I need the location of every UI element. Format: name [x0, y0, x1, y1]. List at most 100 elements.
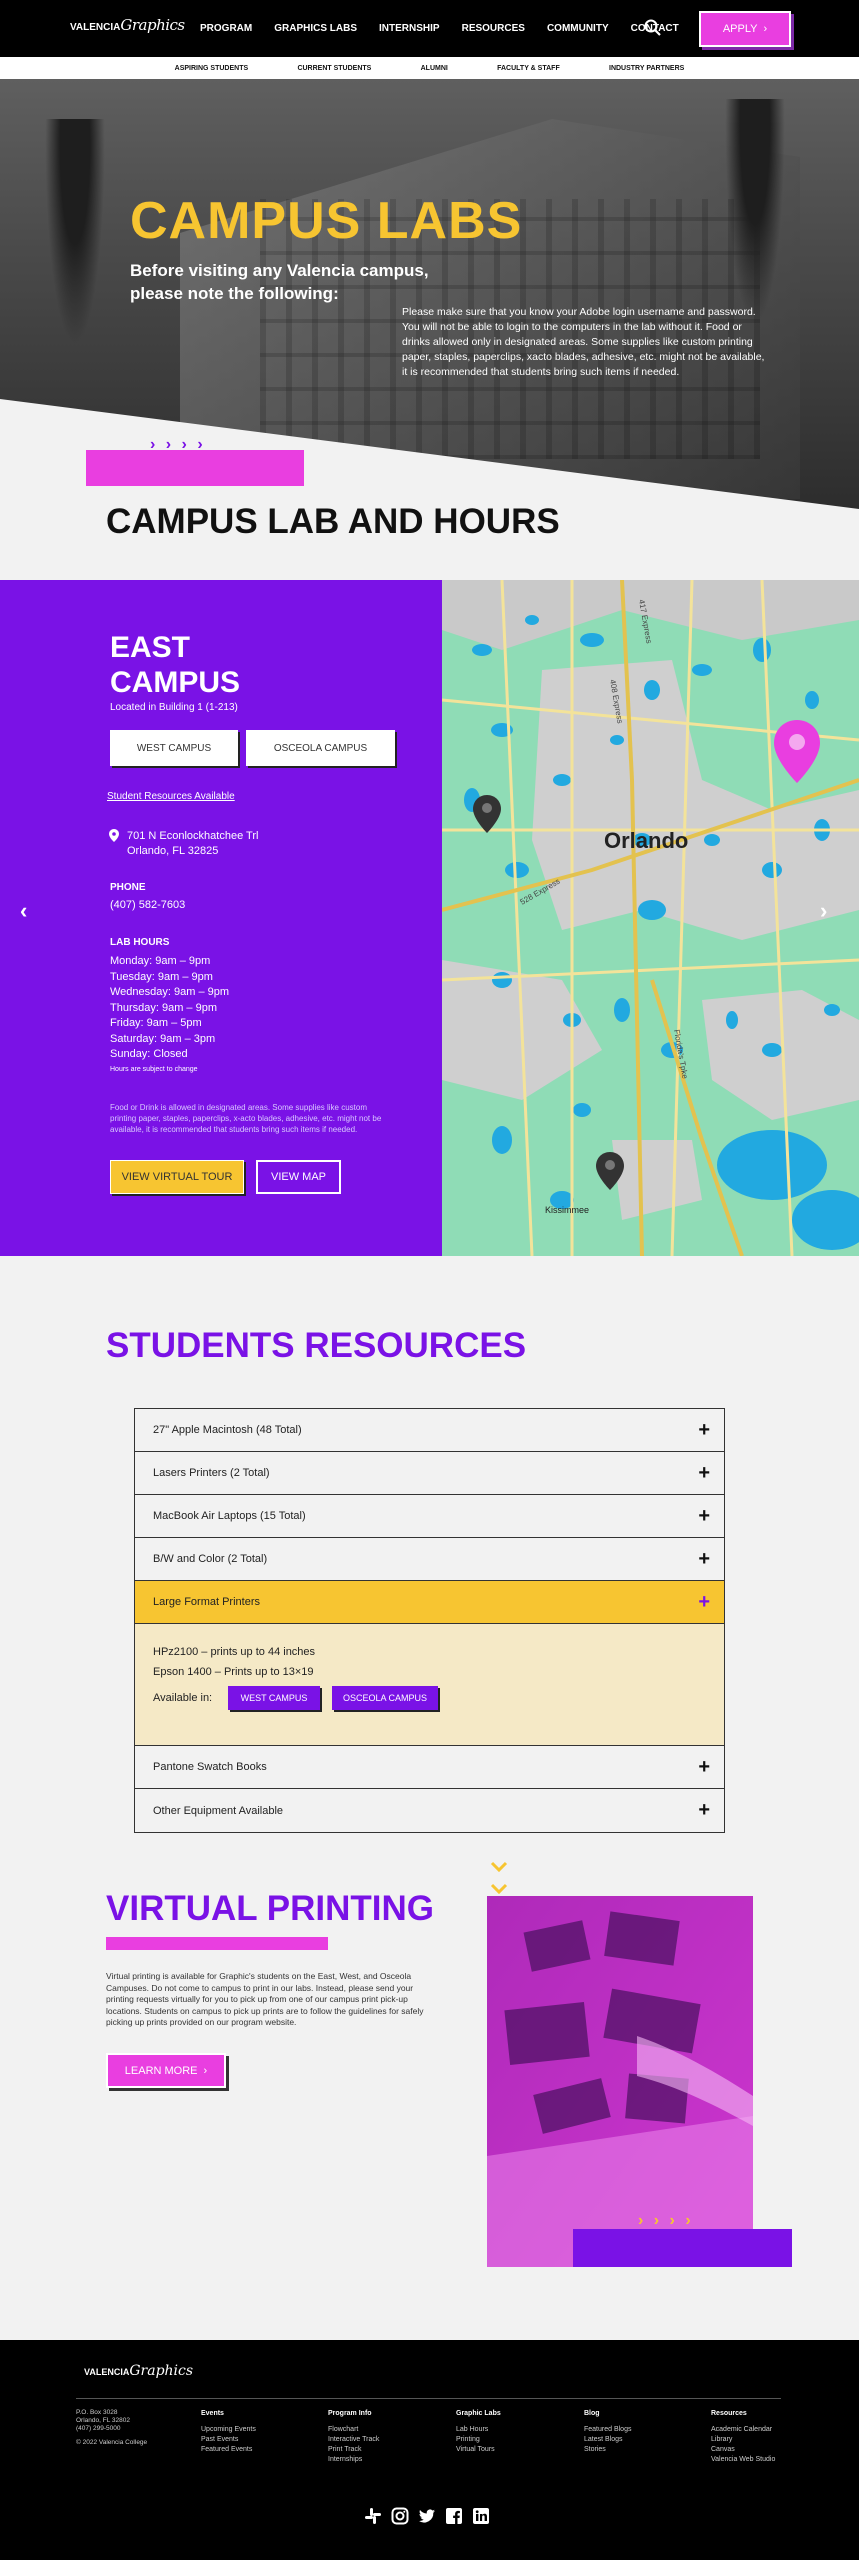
footer-link[interactable]: Interactive Track	[328, 2435, 379, 2445]
subnav-faculty-staff[interactable]: FACULTY & STAFF	[497, 65, 560, 72]
footer-link[interactable]: Lab Hours	[456, 2425, 501, 2435]
plus-icon: +	[698, 1591, 710, 1613]
accordion-item[interactable]: MacBook Air Laptops (15 Total) +	[135, 1495, 724, 1538]
decorative-purple-bar	[573, 2229, 792, 2267]
accordion-item-label: Other Equipment Available	[153, 1804, 284, 1817]
apply-button[interactable]: APPLY ›	[699, 11, 791, 47]
nav-program[interactable]: PROGRAM	[200, 23, 252, 34]
footer-link[interactable]: Latest Blogs	[584, 2435, 631, 2445]
footer-link[interactable]: Featured Events	[201, 2445, 256, 2455]
decorative-arrows: › › › ›	[150, 436, 206, 453]
footer-column-events: Events Upcoming Events Past Events Featu…	[201, 2410, 256, 2455]
footer-link[interactable]: Library	[711, 2435, 786, 2445]
footer-link[interactable]: Valencia Web Studio	[711, 2455, 786, 2465]
search-icon[interactable]	[643, 18, 663, 38]
accordion-item[interactable]: B/W and Color (2 Total) +	[135, 1538, 724, 1581]
slack-icon[interactable]	[363, 2506, 383, 2526]
virtual-tour-button[interactable]: VIEW VIRTUAL TOUR	[110, 1160, 244, 1194]
accordion-item-label: 27" Apple Macintosh (48 Total)	[153, 1424, 302, 1436]
footer-link[interactable]: Virtual Tours	[456, 2445, 501, 2455]
social-links	[363, 2506, 491, 2526]
subnav-aspiring-students[interactable]: ASPIRING STUDENTS	[175, 65, 249, 72]
footer-link[interactable]: Upcoming Events	[201, 2425, 256, 2435]
available-osceola-campus-button[interactable]: OSCEOLA CAMPUS	[332, 1686, 438, 1710]
facebook-icon[interactable]	[444, 2506, 464, 2526]
campus-address-line1: 701 N Econlockhatchee Trl	[127, 830, 259, 842]
campus-map[interactable]: 417 Express 408 Express 528 Express Flor…	[442, 580, 859, 1256]
hero-body: Please make sure that you know your Adob…	[402, 306, 765, 378]
learn-more-button[interactable]: LEARN MORE ›	[106, 2053, 226, 2088]
accordion-item-open[interactable]: Large Format Printers +	[135, 1581, 724, 1624]
hours-wednesday: Wednesday: 9am – 9pm	[110, 986, 230, 998]
site-logo[interactable]: VALENCIAGraphics	[70, 16, 185, 34]
plus-icon: +	[698, 1799, 710, 1821]
footer-column-blog: Blog Featured Blogs Latest Blogs Stories	[584, 2410, 632, 2455]
panel-line: HPz2100 – prints up to 44 inches	[153, 1646, 316, 1658]
virtual-printing-body: Virtual printing is available for Graphi…	[106, 1971, 424, 2027]
footer-link[interactable]: Canvas	[711, 2445, 786, 2455]
chevron-right-icon: ›	[203, 2064, 208, 2077]
hours-monday: Monday: 9am – 9pm	[110, 955, 211, 967]
campus-location: Located in Building 1 (1-213)	[110, 702, 238, 713]
hero-banner: CAMPUS LABS Before visiting any Valencia…	[0, 79, 859, 509]
accordion-item-label: MacBook Air Laptops (15 Total)	[153, 1510, 306, 1522]
hero-subtitle: Before visiting any Valencia campus, ple…	[130, 261, 429, 303]
site-header: VALENCIAGraphics PROGRAM GRAPHICS LABS I…	[0, 0, 859, 57]
footer-link[interactable]: Featured Blogs	[584, 2425, 631, 2435]
audience-subnav: ASPIRING STUDENTS CURRENT STUDENTS ALUMN…	[0, 57, 859, 79]
footer-address: P.O. Box 3028 Orlando, FL 32802 (407) 299-…	[76, 2409, 148, 2446]
view-map-button[interactable]: VIEW MAP	[256, 1160, 341, 1194]
carousel-prev-icon[interactable]: ‹	[20, 898, 27, 924]
accordion-item-label: B/W and Color (2 Total)	[153, 1553, 268, 1565]
lab-hours-list: Monday: 9am – 9pm Tuesday: 9am – 9pm Wed…	[110, 954, 229, 1063]
nav-internship[interactable]: INTERNSHIP	[379, 23, 440, 34]
site-footer: VALENCIAGraphics P.O. Box 3028 Orlando, F…	[0, 2340, 859, 2560]
instagram-icon[interactable]	[390, 2506, 410, 2526]
available-west-campus-button[interactable]: WEST CAMPUS	[228, 1686, 320, 1710]
nav-resources[interactable]: RESOURCES	[462, 23, 525, 34]
footer-link[interactable]: Past Events	[201, 2435, 256, 2445]
nav-graphics-labs[interactable]: GRAPHICS LABS	[274, 23, 357, 34]
phone-number[interactable]: (407) 582-7603	[110, 899, 185, 911]
subnav-industry-partners[interactable]: INDUSTRY PARTNERS	[609, 65, 684, 72]
footer-link[interactable]: Print Track	[328, 2445, 379, 2455]
linkedin-icon[interactable]	[471, 2506, 491, 2526]
plus-icon: +	[698, 1419, 710, 1441]
footer-link[interactable]: Academic Calendar	[711, 2425, 786, 2435]
osceola-campus-button[interactable]: OSCEOLA CAMPUS	[246, 730, 395, 766]
subnav-alumni[interactable]: ALUMNI	[421, 65, 448, 72]
panel-line: Epson 1400 – Prints up to 13×19	[153, 1666, 314, 1678]
virtual-printing-heading: VIRTUAL PRINTING	[106, 1889, 434, 1928]
footer-link[interactable]: Flowchart	[328, 2425, 379, 2435]
hours-saturday: Saturday: 9am – 3pm	[110, 1032, 216, 1045]
footer-divider	[76, 2398, 781, 2399]
footer-link[interactable]: Printing	[456, 2435, 501, 2445]
west-campus-button[interactable]: WEST CAMPUS	[110, 730, 238, 766]
available-in-label: Available in:	[153, 1692, 213, 1704]
hero-title: CAMPUS LABS	[130, 192, 523, 250]
footer-logo[interactable]: VALENCIAGraphics	[84, 2363, 193, 2379]
twitter-icon[interactable]	[417, 2506, 437, 2526]
accordion-item[interactable]: Other Equipment Available +	[135, 1789, 724, 1832]
student-resources-link[interactable]: Student Resources Available	[107, 791, 235, 802]
hours-note: Hours are subject to change	[110, 1066, 198, 1073]
accordion-item[interactable]: 27" Apple Macintosh (48 Total) +	[135, 1409, 724, 1452]
phone-label: PHONE	[110, 882, 146, 893]
decorative-pink-bar	[86, 450, 304, 486]
hours-thursday: Thursday: 9am – 9pm	[110, 1001, 217, 1014]
accordion-panel: HPz2100 – prints up to 44 inches Epson 1…	[135, 1624, 724, 1746]
subnav-current-students[interactable]: CURRENT STUDENTS	[297, 65, 371, 72]
footer-link[interactable]: Internships	[328, 2455, 379, 2465]
plus-icon: +	[698, 1505, 710, 1527]
plus-icon: +	[698, 1756, 710, 1778]
nav-community[interactable]: COMMUNITY	[547, 23, 609, 34]
accordion-item[interactable]: Lasers Printers (2 Total) +	[135, 1452, 724, 1495]
plus-icon: +	[698, 1462, 710, 1484]
footer-link[interactable]: Stories	[584, 2445, 631, 2455]
accordion-item[interactable]: Pantone Swatch Books +	[135, 1746, 724, 1789]
lab-hours-heading: CAMPUS LAB AND HOURS	[106, 502, 560, 541]
carousel-next-icon[interactable]: ›	[820, 898, 827, 924]
hours-sunday: Sunday: Closed	[110, 1048, 188, 1060]
accordion-item-label: Lasers Printers (2 Total)	[153, 1467, 270, 1479]
location-pin-icon	[109, 829, 119, 842]
